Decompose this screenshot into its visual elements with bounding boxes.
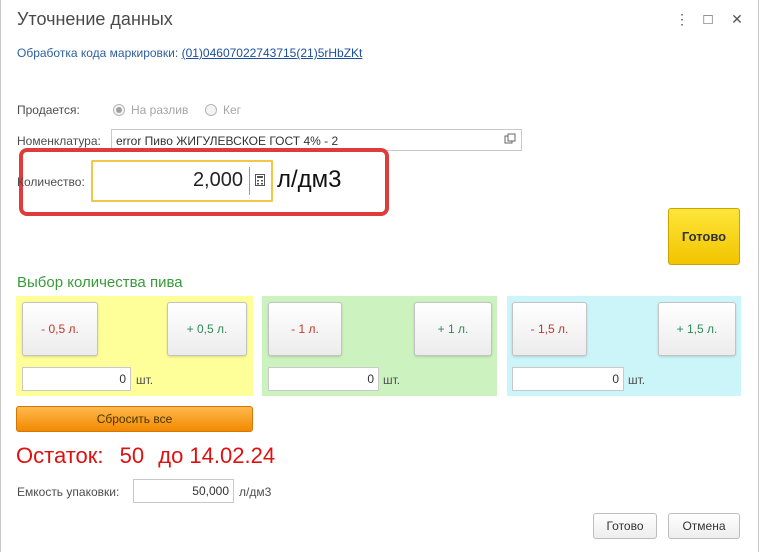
- quantity-value: 2,000: [192, 169, 243, 191]
- panel-1-5l: - 1,5 л. + 1,5 л. 0 шт.: [507, 296, 741, 396]
- package-unit: л/дм3: [239, 485, 272, 499]
- cancel-button[interactable]: Отмена: [668, 513, 740, 539]
- nomenclature-value: error Пиво ЖИГУЛЕВСКОЕ ГОСТ 4% - 2: [116, 134, 339, 148]
- quantity-input[interactable]: 2,000: [91, 160, 273, 202]
- marking-code-link[interactable]: (01)04607022743715(21)5rHbZKt: [182, 46, 363, 60]
- reset-all-button[interactable]: Сбросить все: [16, 406, 253, 432]
- count-0-5-field[interactable]: 0: [22, 367, 131, 391]
- panel-0-5l: - 0,5 л. + 0,5 л. 0 шт.: [16, 296, 253, 396]
- minus-1-5-button[interactable]: - 1,5 л.: [512, 302, 587, 356]
- quantity-unit: л/дм3: [277, 166, 342, 193]
- done-big-button[interactable]: Готово: [668, 208, 740, 265]
- marking-row: Обработка кода маркировки: (01)046070227…: [17, 46, 362, 60]
- count-1-unit: шт.: [383, 373, 401, 387]
- radio-keg[interactable]: [205, 104, 217, 116]
- quantity-label: Количество:: [17, 175, 85, 189]
- radio-na-razliv-label: На разлив: [131, 103, 189, 117]
- maximize-icon[interactable]: □: [697, 8, 719, 30]
- more-menu-icon[interactable]: ⋮: [671, 8, 693, 30]
- panel-1l: - 1 л. + 1 л. 0 шт.: [262, 296, 497, 396]
- remainder-label: Остаток:: [16, 443, 104, 468]
- remainder-until: до 14.02.24: [158, 443, 276, 468]
- count-1-field[interactable]: 0: [268, 367, 379, 391]
- package-field[interactable]: 50,000: [133, 479, 234, 503]
- count-1-5-field[interactable]: 0: [512, 367, 624, 391]
- sold-label: Продается:: [17, 103, 80, 117]
- radio-na-razliv[interactable]: [113, 104, 125, 116]
- window-title: Уточнение данных: [17, 9, 173, 29]
- plus-1-button[interactable]: + 1 л.: [414, 302, 492, 356]
- count-1-5-unit: шт.: [628, 373, 646, 387]
- plus-1-5-button[interactable]: + 1,5 л.: [658, 302, 736, 356]
- count-0-5-unit: шт.: [136, 373, 154, 387]
- remainder-value: 50: [119, 443, 145, 468]
- close-icon[interactable]: ✕: [726, 8, 748, 30]
- dialog-window: Уточнение данных ⋮ □ ✕ Обработка кода ма…: [0, 0, 759, 552]
- nomenclature-label: Номенклатура:: [17, 134, 101, 148]
- section-title-beer: Выбор количества пива: [17, 274, 183, 291]
- minus-0-5-button[interactable]: - 0,5 л.: [22, 302, 98, 356]
- plus-0-5-button[interactable]: + 0,5 л.: [167, 302, 247, 356]
- marking-label: Обработка кода маркировки:: [17, 46, 179, 60]
- minus-1-button[interactable]: - 1 л.: [268, 302, 342, 356]
- open-icon[interactable]: [504, 133, 516, 145]
- done-button[interactable]: Готово: [593, 513, 657, 539]
- package-label: Емкость упаковки:: [17, 485, 120, 499]
- calculator-icon[interactable]: [255, 174, 265, 186]
- radio-keg-label: Кег: [223, 103, 242, 117]
- remainder-row: Остаток: 50 до 14.02.24: [16, 443, 275, 469]
- quantity-divider: [249, 167, 250, 195]
